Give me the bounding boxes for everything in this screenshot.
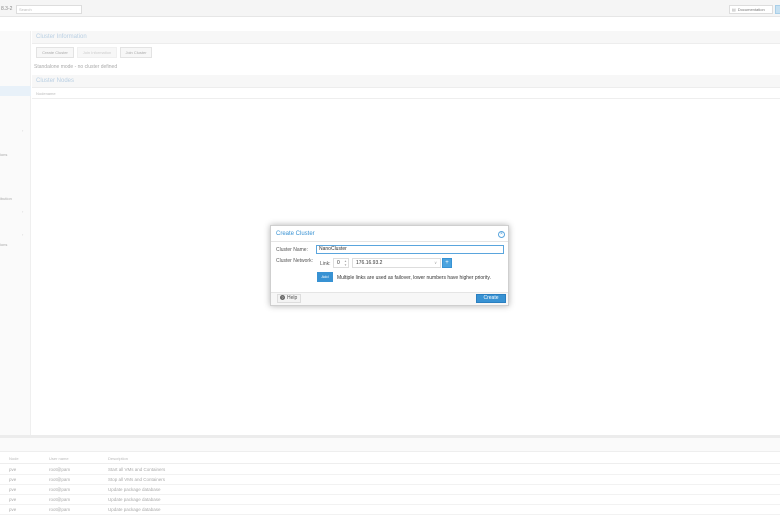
nav-item[interactable]: ibution xyxy=(0,196,12,201)
row-node: pve xyxy=(9,487,17,492)
add-link-button[interactable]: Add xyxy=(317,272,333,282)
cluster-nodes-header: Cluster Nodes xyxy=(32,75,780,88)
table-row[interactable]: pve root@pam Update package database xyxy=(0,485,780,495)
nav-item[interactable]: ions xyxy=(0,152,7,157)
link-label: Link: xyxy=(320,261,331,267)
row-description: Update package database xyxy=(108,507,161,512)
log-header: Node User name Description xyxy=(0,454,780,464)
row-user: root@pam xyxy=(49,487,71,492)
cluster-name-label: Cluster Name: xyxy=(276,247,308,253)
row-user: root@pam xyxy=(49,507,71,512)
help-label: Help xyxy=(287,295,298,301)
search-input[interactable]: Search xyxy=(16,5,82,14)
top-bar: 8.3-2 Search ▤ Documentation xyxy=(0,0,780,17)
book-icon: ▤ xyxy=(732,7,736,12)
row-description: Update package database xyxy=(108,487,161,492)
create-cluster-button[interactable]: Create Cluster xyxy=(36,47,74,58)
cluster-info-header: Cluster Information xyxy=(32,31,780,44)
dialog-footer xyxy=(271,292,508,305)
cluster-name-input[interactable]: NanoCluster xyxy=(316,245,504,254)
chevron-down-icon[interactable]: ∨ xyxy=(434,259,437,267)
dialog-title: Create Cluster xyxy=(276,231,315,237)
documentation-label: Documentation xyxy=(737,7,765,12)
create-button[interactable]: Create xyxy=(476,294,506,303)
row-node: pve xyxy=(9,507,17,512)
table-row[interactable]: pve root@pam Start all VMs and Container… xyxy=(0,465,780,475)
link-address-value: 176.16.93.2 xyxy=(356,260,383,266)
question-icon: ? xyxy=(280,295,285,300)
log-tabbar xyxy=(0,438,780,452)
join-information-button[interactable]: Join Information xyxy=(77,47,117,58)
table-row[interactable]: pve root@pam Update package database xyxy=(0,495,780,505)
col-description[interactable]: Description xyxy=(108,456,128,461)
table-row[interactable]: pve root@pam Stop all VMs and Containers xyxy=(0,475,780,485)
join-cluster-button[interactable]: Join Cluster xyxy=(120,47,152,58)
dialog-header[interactable]: Create Cluster × xyxy=(271,226,508,242)
row-node: pve xyxy=(9,477,17,482)
row-node: pve xyxy=(9,467,17,472)
row-node: pve xyxy=(9,497,17,502)
create-vm-button[interactable] xyxy=(775,5,780,14)
row-description: Update package database xyxy=(108,497,161,502)
row-user: root@pam xyxy=(49,467,71,472)
link-number-value: 0 xyxy=(337,260,340,266)
version-label: 8.3-2 xyxy=(1,6,13,12)
link-address-select[interactable]: 176.16.93.2 ∨ xyxy=(352,258,441,268)
link-info-text: Multiple links are used as failover, low… xyxy=(337,275,491,281)
cluster-toolbar: Create Cluster Join Information Join Clu… xyxy=(32,45,780,60)
nav-selected-item[interactable] xyxy=(0,86,31,96)
help-button[interactable]: ? Help xyxy=(277,294,301,303)
col-node[interactable]: Node xyxy=(9,456,19,461)
nodename-column-header[interactable]: Nodename xyxy=(32,88,780,99)
row-user: root@pam xyxy=(49,477,71,482)
close-icon[interactable]: × xyxy=(498,231,505,238)
spinner-icon[interactable]: ▲ ▼ xyxy=(344,259,347,267)
table-row[interactable]: pve root@pam Update package database xyxy=(0,505,780,515)
col-user[interactable]: User name xyxy=(49,456,69,461)
chevron-icon: › xyxy=(22,209,24,214)
row-user: root@pam xyxy=(49,497,71,502)
documentation-button[interactable]: ▤ Documentation xyxy=(729,5,773,14)
add-link-icon[interactable]: + xyxy=(442,258,452,268)
chevron-icon: › xyxy=(22,128,24,133)
row-description: Start all VMs and Containers xyxy=(108,467,166,472)
nav-item[interactable]: ions xyxy=(0,242,7,247)
link-number-stepper[interactable]: 0 ▲ ▼ xyxy=(333,258,349,268)
standalone-status: Standalone mode - no cluster defined xyxy=(34,64,118,70)
task-log-panel: Node User name Description pve root@pam … xyxy=(0,435,780,516)
cluster-network-label: Cluster Network: xyxy=(276,258,313,264)
row-description: Stop all VMs and Containers xyxy=(108,477,166,482)
